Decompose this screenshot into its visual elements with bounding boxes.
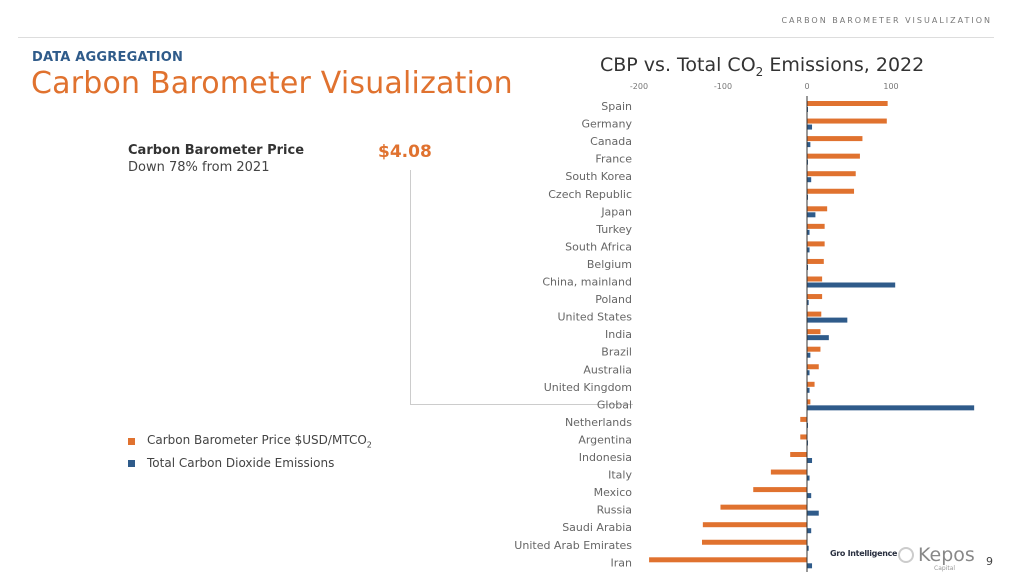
bar-chart: -200 -100 0 100 Spain Germany Canada France Sout… xyxy=(514,82,975,572)
category-label: Czech Republic xyxy=(548,188,632,201)
category-label: China, mainland xyxy=(542,276,632,289)
category-label: Turkey xyxy=(595,223,632,236)
bar-price xyxy=(807,118,887,124)
bar-emissions xyxy=(807,282,896,288)
category-label: United Arab Emirates xyxy=(514,539,632,552)
x-tick-label: 0 xyxy=(804,82,809,91)
bar-price xyxy=(790,452,807,457)
bar-emissions xyxy=(807,335,829,341)
bar-price xyxy=(720,504,807,510)
bar-emissions xyxy=(807,563,813,569)
bar-price xyxy=(753,487,807,493)
category-label: United Kingdom xyxy=(544,381,632,394)
bar-price xyxy=(807,171,856,177)
bar-price xyxy=(807,399,811,405)
bar-emissions xyxy=(807,528,812,534)
bar-price xyxy=(807,101,888,106)
category-label: Mexico xyxy=(594,486,633,499)
bar-price xyxy=(770,469,807,475)
bar-emissions xyxy=(807,493,812,499)
bar-price xyxy=(807,136,863,142)
bar-price xyxy=(800,434,807,440)
bar-price xyxy=(807,188,855,194)
category-label: Italy xyxy=(608,469,632,482)
bar-price xyxy=(807,311,822,317)
x-tick-label: -200 xyxy=(630,82,648,91)
category-label: Germany xyxy=(581,118,632,131)
category-label: United States xyxy=(558,311,633,324)
x-tick-label: 100 xyxy=(883,82,898,91)
category-label: India xyxy=(605,328,632,341)
bar-emissions xyxy=(807,317,848,323)
category-label: Iran xyxy=(611,556,633,569)
category-label: Saudi Arabia xyxy=(562,521,632,534)
bar-emissions xyxy=(807,212,816,218)
bar-price xyxy=(807,258,824,264)
category-label: Netherlands xyxy=(565,416,632,429)
bar-price xyxy=(807,276,823,282)
category-label: Belgium xyxy=(587,258,632,271)
kepos-capital-label: Capital xyxy=(934,565,956,572)
x-tick-label: -100 xyxy=(714,82,732,91)
category-label: Global xyxy=(597,398,632,411)
kepos-logo: Kepos xyxy=(918,544,975,566)
bar-emissions xyxy=(807,458,813,463)
bar-emissions xyxy=(807,352,811,358)
category-label: Brazil xyxy=(601,346,632,359)
category-label: Canada xyxy=(590,135,632,148)
bar-price xyxy=(807,381,815,387)
category-label: South Korea xyxy=(565,170,632,183)
bar-price xyxy=(807,364,819,370)
bar-price xyxy=(807,153,860,159)
category-label: Spain xyxy=(601,100,632,113)
bar-price xyxy=(807,346,821,352)
gro-intelligence-logo: Gro Intelligence xyxy=(830,549,898,558)
bar-price xyxy=(807,206,828,212)
category-label: Russia xyxy=(597,504,632,517)
category-label: Indonesia xyxy=(579,451,632,464)
category-label: Australia xyxy=(583,363,632,376)
category-label: France xyxy=(595,153,632,166)
category-label: South Africa xyxy=(565,240,632,253)
category-label: Japan xyxy=(600,205,632,218)
kepos-logo-icon xyxy=(898,547,914,563)
bar-price xyxy=(807,294,823,300)
category-label: Poland xyxy=(595,293,632,306)
bar-price xyxy=(702,522,807,528)
bar-price xyxy=(807,329,821,335)
page-number: 9 xyxy=(986,555,993,568)
bar-price xyxy=(807,223,825,229)
bar-emissions xyxy=(807,405,975,411)
bar-emissions xyxy=(807,177,812,183)
bar-emissions xyxy=(807,510,819,516)
bar-price xyxy=(807,241,825,247)
bar-emissions xyxy=(807,124,813,130)
category-label: Argentina xyxy=(578,433,632,446)
bar-price xyxy=(800,416,807,422)
bar-emissions xyxy=(807,142,811,148)
bar-price xyxy=(649,557,807,563)
bar-price xyxy=(702,539,807,545)
